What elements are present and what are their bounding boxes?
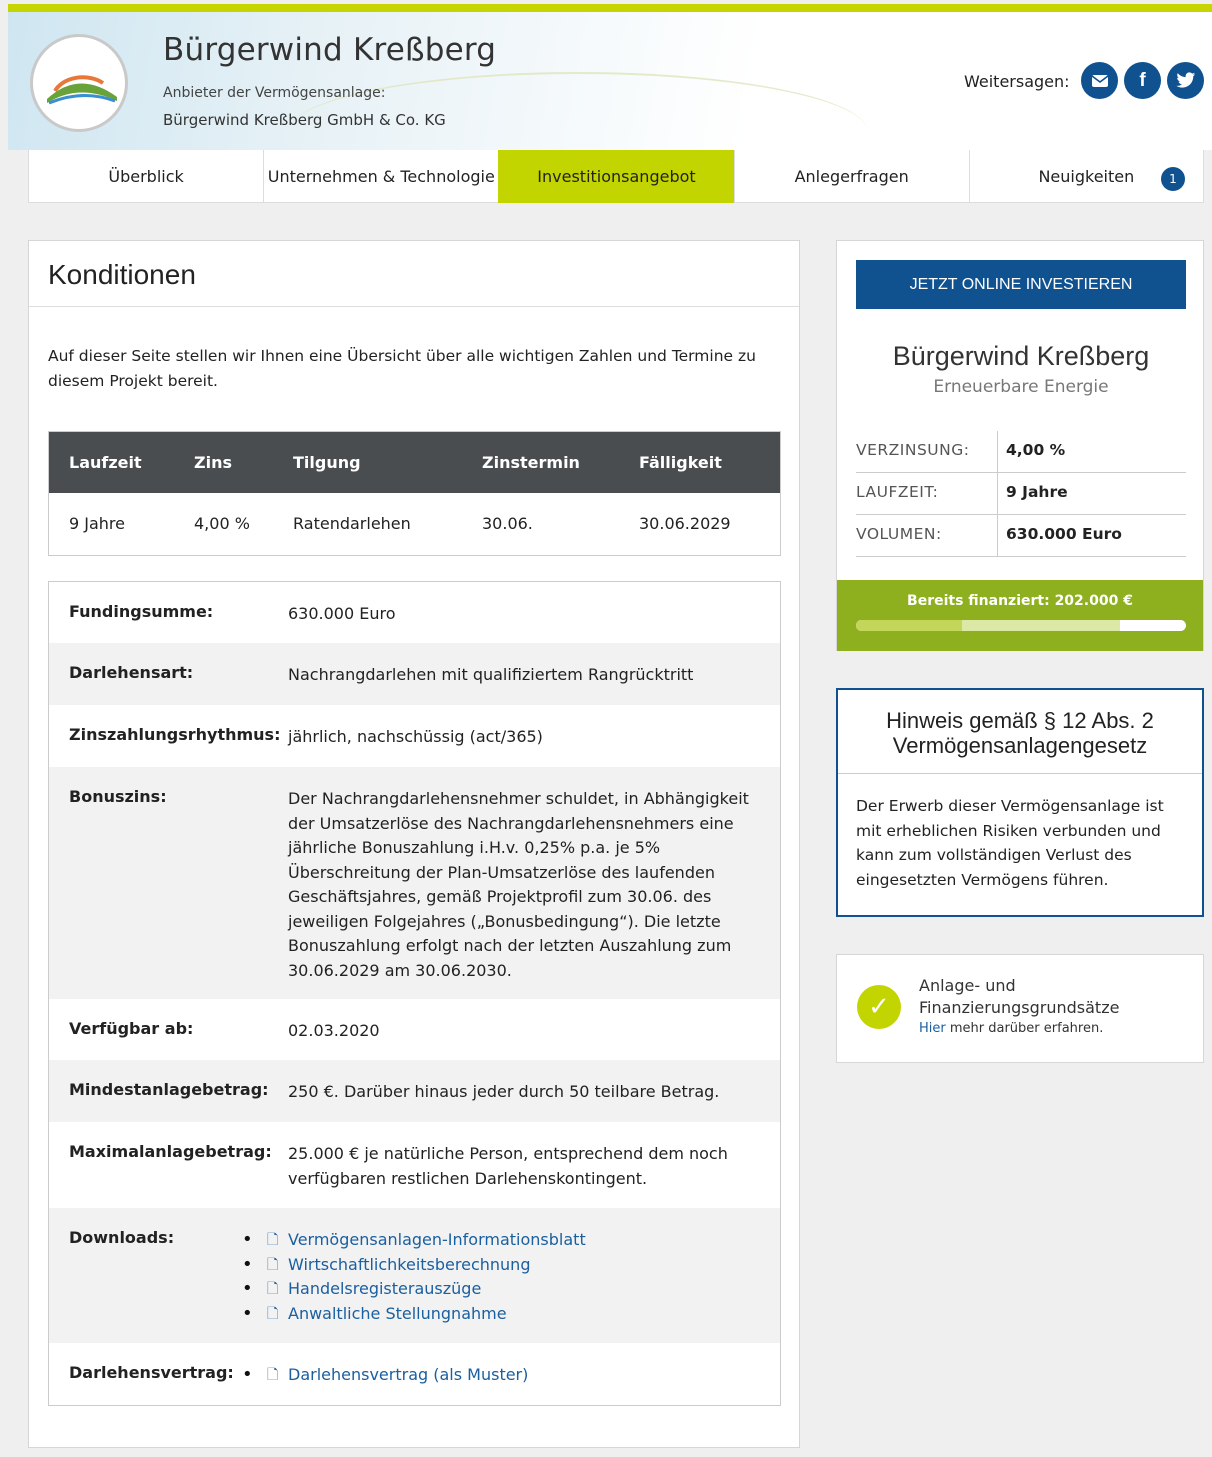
detail-row-zinszahlungsrhythmus: Zinszahlungsrhythmus: jährlich, nachschü… — [69, 725, 543, 746]
invest-online-button[interactable]: JETZT ONLINE INVESTIEREN — [856, 260, 1186, 309]
twitter-icon[interactable] — [1167, 62, 1204, 99]
list-item: 🗋 Handelsregisterauszüge — [242, 1277, 717, 1302]
legal-notice-card: Hinweis gemäß § 12 Abs. 2 Vermögensanlag… — [836, 688, 1204, 917]
provider-name: Bürgerwind Kreßberg GmbH & Co. KG — [163, 111, 446, 129]
download-link-handelsregister[interactable]: Handelsregisterauszüge — [288, 1279, 481, 1298]
fact-row-verzinsung: VERZINSUNG: 4,00 % — [856, 431, 1186, 473]
news-count-badge: 1 — [1160, 167, 1185, 191]
download-link-anwalt[interactable]: Anwaltliche Stellungnahme — [288, 1304, 507, 1323]
notice-text: Der Erwerb dieser Vermögensanlage ist mi… — [856, 797, 1164, 889]
main-nav: Überblick Unternehmen & Technologie Inve… — [28, 150, 1204, 203]
principles-card: ✓ Anlage- und Finanzierungsgrundsätze Hi… — [836, 954, 1204, 1063]
col-laufzeit: Laufzeit — [69, 453, 142, 472]
project-logo — [30, 34, 128, 132]
tab-neuigkeiten[interactable]: Neuigkeiten 1 — [968, 150, 1204, 203]
tab-investitionsangebot[interactable]: Investitionsangebot — [498, 150, 734, 203]
details-list: Fundingsumme: 630.000 Euro Darlehensart:… — [48, 581, 781, 1406]
cell-zins: 4,00 % — [194, 514, 250, 533]
tab-unternehmen-technologie[interactable]: Unternehmen & Technologie — [263, 150, 498, 203]
conditions-table: Laufzeit Zins Tilgung Zinstermin Fälligk… — [48, 431, 781, 556]
funding-progress-fill — [856, 620, 962, 631]
page-title: Konditionen — [29, 241, 799, 307]
tab-anlegerfragen[interactable]: Anlegerfragen — [733, 150, 969, 203]
detail-row-fundingsumme: Fundingsumme: 630.000 Euro — [69, 602, 396, 623]
principles-text: Hier mehr darüber erfahren. — [919, 1021, 1104, 1036]
detail-row-maximalanlagebetrag: Maximalanlagebetrag: 25.000 € je natürli… — [69, 1142, 728, 1188]
tab-ueberblick[interactable]: Überblick — [28, 150, 263, 203]
mail-icon[interactable] — [1081, 62, 1118, 99]
download-link-darlehensvertrag[interactable]: Darlehensvertrag (als Muster) — [288, 1365, 528, 1384]
detail-row-bonuszins: Bonuszins: Der Nachrangdarlehensnehmer s… — [49, 767, 780, 999]
principles-title: Anlage- und Finanzierungsgrundsätze — [919, 976, 1120, 1017]
funding-status: Bereits finanziert: 202.000 € — [837, 580, 1203, 651]
share-label: Weitersagen: — [964, 72, 1070, 91]
fact-row-laufzeit: LAUFZEIT: 9 Jahre — [856, 473, 1186, 515]
funding-label: Bereits finanziert: 202.000 € — [907, 593, 1133, 609]
cell-faelligkeit: 30.06.2029 — [639, 514, 731, 533]
project-category: Erneuerbare Energie — [933, 377, 1109, 397]
detail-row-darlehensvertrag: Darlehensvertrag: 🗋Darlehensvertrag (als… — [49, 1343, 780, 1405]
project-header: Bürgerwind Kreßberg Anbieter der Vermöge… — [8, 12, 1212, 150]
list-item: 🗋 Anwaltliche Stellungnahme — [242, 1302, 717, 1327]
checkmark-icon: ✓ — [857, 985, 901, 1029]
principles-link[interactable]: Hier — [919, 1021, 946, 1036]
fact-row-volumen: VOLUMEN: 630.000 Euro — [856, 515, 1186, 557]
cell-tilgung: Ratendarlehen — [293, 514, 411, 533]
notice-title: Hinweis gemäß § 12 Abs. 2 Vermögensanlag… — [838, 690, 1202, 774]
conditions-table-header: Laufzeit Zins Tilgung Zinstermin Fälligk… — [49, 432, 780, 493]
funding-progress-bar — [856, 620, 1186, 631]
project-name: Bürgerwind Kreßberg — [892, 341, 1150, 371]
list-item: 🗋 Vermögensanlagen-Informationsblatt — [242, 1228, 717, 1253]
col-zinstermin: Zinstermin — [482, 453, 580, 472]
col-tilgung: Tilgung — [293, 453, 361, 472]
table-row: 9 Jahre 4,00 % Ratendarlehen 30.06. 30.0… — [49, 493, 780, 555]
facebook-icon[interactable]: f — [1124, 62, 1161, 99]
list-item: 🗋 Wirtschaftlichkeitsberechnung — [242, 1253, 717, 1278]
top-accent-bar — [8, 4, 1212, 12]
downloads-list: 🗋 Vermögensanlagen-Informationsblatt 🗋 Wir… — [242, 1228, 717, 1326]
document-icon: 🗋 — [267, 1305, 279, 1322]
detail-row-verfuegbar-ab: Verfügbar ab: 02.03.2020 — [69, 1019, 380, 1040]
funding-progress-pending — [961, 620, 1120, 631]
cell-zinstermin: 30.06. — [482, 514, 533, 533]
contract-list: 🗋 Darlehensvertrag (als Muster) — [242, 1363, 717, 1388]
col-zins: Zins — [194, 453, 232, 472]
intro-text: Auf dieser Seite stellen wir Ihnen eine … — [48, 347, 756, 390]
document-icon: 🗋 — [267, 1256, 279, 1273]
list-item: 🗋 Darlehensvertrag (als Muster) — [242, 1363, 717, 1388]
document-icon: 🗋 — [267, 1367, 279, 1383]
project-title: Bürgerwind Kreßberg — [163, 32, 497, 68]
provider-label: Anbieter der Vermögensanlage: — [163, 85, 386, 101]
document-icon: 🗋 — [267, 1232, 279, 1248]
detail-row-darlehensart: Darlehensart: Nachrangdarlehen mit quali… — [49, 643, 780, 705]
download-link-vib[interactable]: Vermögensanlagen-Informationsblatt — [288, 1230, 586, 1249]
document-icon: 🗋 — [267, 1281, 279, 1297]
detail-row-downloads: Downloads: 🗋Vermögensanlagen-Information… — [49, 1208, 780, 1343]
download-link-wirtschaftlichkeit[interactable]: Wirtschaftlichkeitsberechnung — [288, 1255, 530, 1274]
cell-laufzeit: 9 Jahre — [69, 514, 125, 533]
investment-summary-card: JETZT ONLINE INVESTIEREN Bürgerwind Kreß… — [836, 240, 1204, 651]
col-faelligkeit: Fälligkeit — [639, 453, 722, 472]
detail-row-mindestanlagebetrag: Mindestanlagebetrag: 250 €. Darüber hina… — [49, 1060, 780, 1122]
conditions-panel: Konditionen Auf dieser Seite stellen wir… — [28, 240, 800, 1448]
